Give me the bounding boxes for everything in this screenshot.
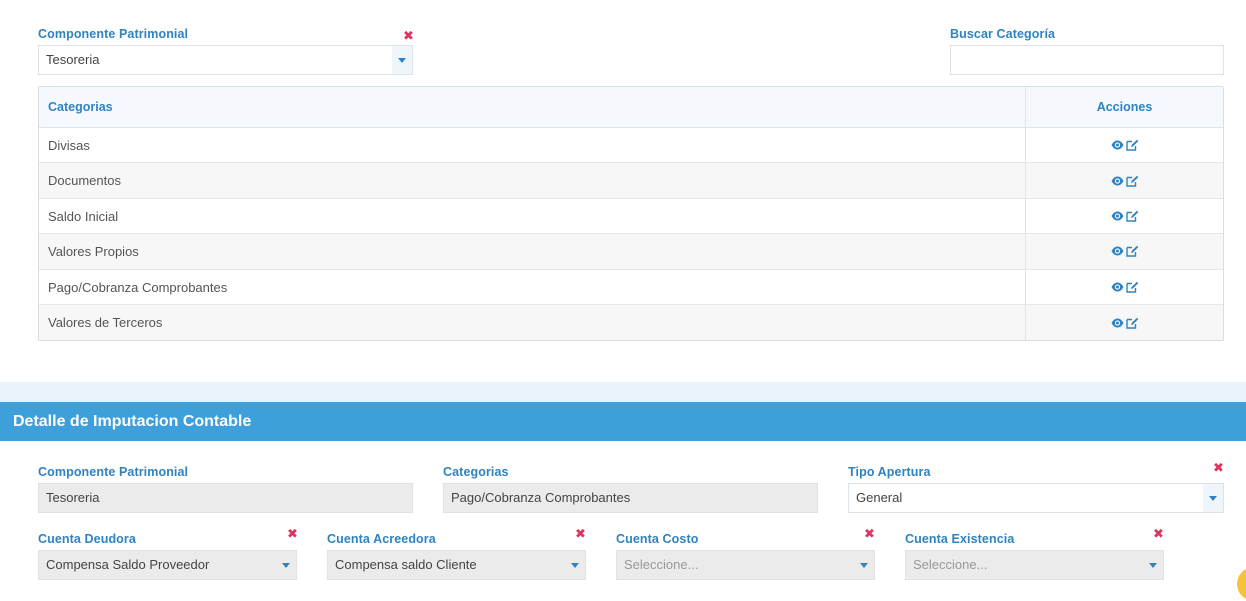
table-row: Valores de Terceros [39,304,1223,341]
chevron-down-icon[interactable] [854,551,874,579]
detail-categorias-label: Categorias [443,465,509,479]
buscar-categoria-input[interactable] [950,45,1224,75]
eye-icon[interactable] [1111,318,1124,328]
edit-icon[interactable] [1125,245,1139,258]
cuenta-acreedora-label: Cuenta Acreedora [327,532,436,546]
chevron-down-icon[interactable] [392,46,412,74]
row-actions [1026,234,1223,268]
detail-componente-value: Tesoreria [46,490,100,505]
cuenta-acreedora-value: Compensa saldo Cliente [335,557,477,572]
row-actions [1026,270,1223,304]
header-categorias: Categorias [39,87,1026,127]
cuenta-costo-label: Cuenta Costo [616,532,699,546]
table-row: Valores Propios [39,234,1223,270]
tipo-apertura-value: General [856,490,903,505]
componente-select[interactable]: Tesoreria [38,45,413,75]
tipo-apertura-label: Tipo Apertura [848,465,931,479]
chevron-down-icon[interactable] [276,551,296,579]
row-actions [1026,305,1223,340]
clear-cuenta-costo-icon[interactable]: ✖ [864,527,875,540]
detail-categorias-field: Pago/Cobranza Comprobantes [443,483,818,513]
detail-categorias-value: Pago/Cobranza Comprobantes [451,490,631,505]
clear-cuenta-existencia-icon[interactable]: ✖ [1153,527,1164,540]
row-actions [1026,163,1223,197]
chevron-down-icon[interactable] [1143,551,1163,579]
edit-icon[interactable] [1125,139,1139,151]
edit-icon[interactable] [1125,175,1139,187]
clear-componente-icon[interactable]: ✖ [403,29,414,42]
clear-tipo-apertura-icon[interactable]: ✖ [1213,461,1224,474]
floating-help-button[interactable] [1237,567,1246,601]
cuenta-deudora-value: Compensa Saldo Proveedor [46,557,210,572]
edit-icon[interactable] [1125,210,1139,222]
table-row: Saldo Inicial [39,198,1223,235]
componente-label: Componente Patrimonial [38,27,189,41]
edit-icon[interactable] [1125,317,1139,329]
table-header: Categorias Acciones [39,87,1223,128]
table-row: Documentos [39,163,1223,199]
cuenta-acreedora-select[interactable]: Compensa saldo Cliente [327,550,586,580]
row-category: Valores de Terceros [39,304,1026,341]
eye-icon[interactable] [1111,140,1124,150]
detail-componente-field: Tesoreria [38,483,413,513]
row-category: Saldo Inicial [39,198,1026,234]
row-category: Valores Propios [39,234,1026,269]
row-actions [1026,199,1223,233]
eye-icon[interactable] [1111,282,1124,292]
cuenta-existencia-select[interactable]: Seleccione... [905,550,1164,580]
detail-componente-label: Componente Patrimonial [38,465,189,479]
categorias-table: Categorias Acciones Divisas Documentos Sal… [38,86,1224,342]
clear-cuenta-deudora-icon[interactable]: ✖ [287,527,298,540]
row-category: Documentos [39,163,1026,198]
table-row: Pago/Cobranza Comprobantes [39,269,1223,305]
eye-icon[interactable] [1111,176,1124,186]
clear-cuenta-acreedora-icon[interactable]: ✖ [575,527,586,540]
detail-header: Detalle de Imputacion Contable [0,402,1246,441]
section-separator [0,382,1246,402]
buscar-label: Buscar Categoría [950,27,1056,41]
cuenta-costo-placeholder: Seleccione... [624,557,699,572]
cuenta-costo-select[interactable]: Seleccione... [616,550,875,580]
cuenta-deudora-label: Cuenta Deudora [38,532,136,546]
eye-icon[interactable] [1111,211,1124,221]
table-row: Divisas [39,128,1223,164]
componente-value: Tesoreria [46,52,100,67]
chevron-down-icon[interactable] [565,551,585,579]
cuenta-existencia-label: Cuenta Existencia [905,532,1015,546]
header-acciones: Acciones [1096,100,1153,114]
cuenta-existencia-placeholder: Seleccione... [913,557,988,572]
row-category: Divisas [39,128,1026,163]
detail-title: Detalle de Imputacion Contable [13,413,252,430]
eye-icon[interactable] [1111,246,1124,256]
table-body: Divisas Documentos Saldo Inicial Valores Pr… [39,128,1223,341]
tipo-apertura-select[interactable]: General [848,483,1224,513]
chevron-down-icon[interactable] [1203,484,1223,512]
row-actions [1026,128,1223,162]
cuenta-deudora-select[interactable]: Compensa Saldo Proveedor [38,550,297,580]
row-category: Pago/Cobranza Comprobantes [39,269,1026,304]
edit-icon[interactable] [1125,281,1139,293]
